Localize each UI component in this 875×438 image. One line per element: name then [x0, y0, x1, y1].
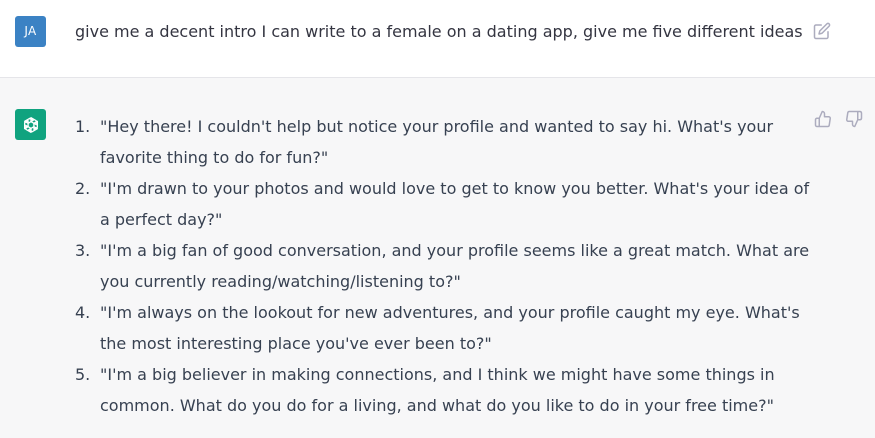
- list-item: 3. "I'm a big fan of good conversation, …: [75, 235, 810, 297]
- list-item: 4. "I'm always on the lookout for new ad…: [75, 297, 810, 359]
- list-item-text: "I'm a big believer in making connection…: [100, 365, 775, 415]
- openai-logo-icon: [15, 109, 46, 140]
- list-item-number: 2.: [75, 179, 91, 198]
- list-item-text: "I'm always on the lookout for new adven…: [100, 303, 800, 353]
- thumbs-up-icon[interactable]: [814, 110, 832, 128]
- list-item-text: "I'm drawn to your photos and would love…: [100, 179, 810, 229]
- edit-icon[interactable]: [813, 22, 831, 40]
- reply-list: 1. "Hey there! I couldn't help but notic…: [75, 111, 810, 421]
- thumbs-down-icon[interactable]: [845, 110, 863, 128]
- user-message-text: give me a decent intro I can write to a …: [75, 22, 803, 41]
- list-item-number: 5.: [75, 365, 91, 384]
- assistant-message: 1. "Hey there! I couldn't help but notic…: [0, 78, 875, 438]
- list-item-text: "Hey there! I couldn't help but notice y…: [100, 117, 774, 167]
- user-message: JA give me a decent intro I can write to…: [0, 0, 875, 78]
- list-item-text: "I'm a big fan of good conversation, and…: [100, 241, 810, 291]
- list-item-number: 4.: [75, 303, 91, 322]
- list-item-number: 1.: [75, 117, 91, 136]
- list-item: 1. "Hey there! I couldn't help but notic…: [75, 111, 810, 173]
- list-item: 5. "I'm a big believer in making connect…: [75, 359, 810, 421]
- list-item-number: 3.: [75, 241, 91, 260]
- list-item: 2. "I'm drawn to your photos and would l…: [75, 173, 810, 235]
- user-avatar: JA: [15, 16, 46, 47]
